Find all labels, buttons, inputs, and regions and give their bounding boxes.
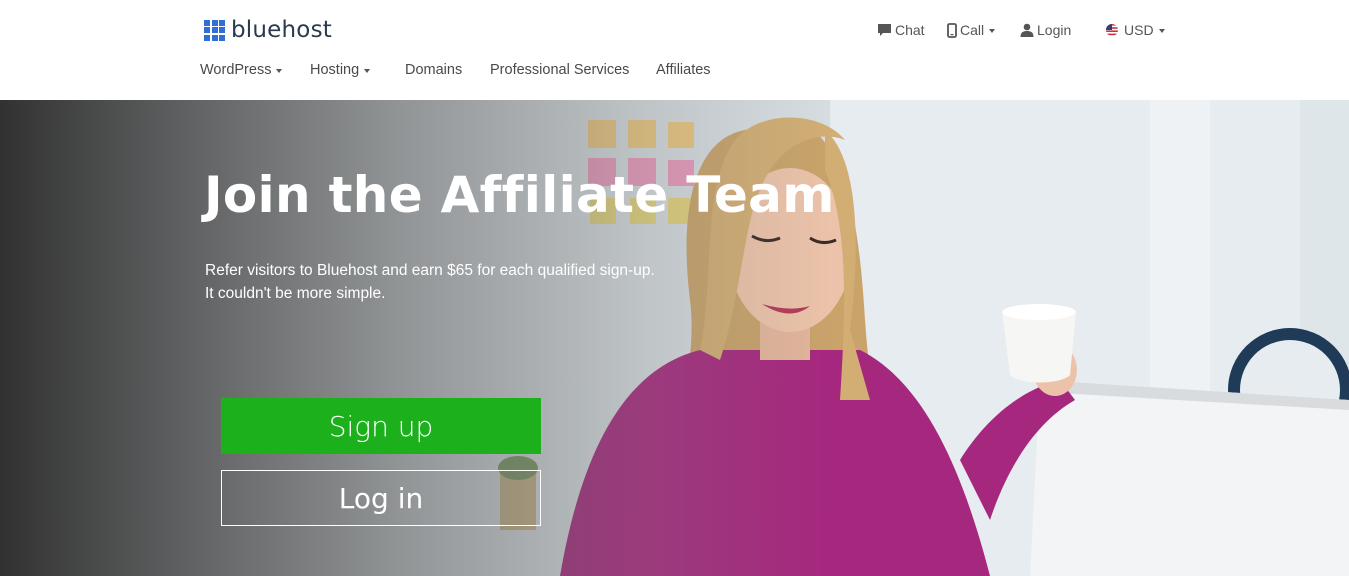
hero-subtitle: Refer visitors to Bluehost and earn $65 …	[205, 259, 655, 305]
logo-grid-icon	[204, 19, 225, 41]
currency-dropdown[interactable]: USD	[1105, 20, 1165, 40]
login-button[interactable]: Log in	[221, 470, 541, 526]
nav-label: Hosting	[310, 62, 360, 78]
nav-label: Domains	[405, 62, 463, 78]
user-icon	[1020, 23, 1034, 37]
call-label: Call	[960, 22, 985, 38]
nav-item-domains[interactable]: Domains	[405, 60, 462, 80]
chat-link[interactable]: Chat	[877, 20, 925, 40]
chat-label: Chat	[895, 22, 925, 38]
bluehost-logo[interactable]: bluehost	[204, 17, 332, 43]
chevron-down-icon	[989, 29, 996, 33]
hero-subtitle-line-1: Refer visitors to Bluehost and earn $65 …	[205, 262, 655, 279]
nav-item-hosting[interactable]: Hosting	[310, 60, 371, 80]
chevron-down-icon	[364, 69, 371, 73]
signup-button[interactable]: Sign up	[221, 398, 541, 454]
phone-icon	[947, 22, 957, 38]
login-label: Login	[1037, 22, 1072, 38]
hero-subtitle-line-2: It couldn't be more simple.	[205, 285, 386, 302]
nav-item-wordpress[interactable]: WordPress	[200, 60, 283, 80]
logo-text: bluehost	[231, 17, 332, 43]
hero-title: Join the Affiliate Team	[204, 166, 835, 224]
nav-item-affiliates[interactable]: Affiliates	[656, 60, 711, 80]
currency-label: USD	[1124, 22, 1154, 38]
chevron-down-icon	[276, 69, 283, 73]
chat-bubble-icon	[878, 24, 891, 36]
nav-label: Professional Services	[490, 62, 630, 78]
chevron-down-icon	[1158, 29, 1165, 33]
site-header: bluehost Chat Call Login USD WordPress H…	[0, 0, 1349, 100]
nav-label: Affiliates	[656, 62, 711, 78]
us-flag-icon	[1106, 24, 1118, 36]
nav-label: WordPress	[200, 62, 272, 78]
call-dropdown[interactable]: Call	[947, 20, 996, 40]
nav-item-professional-services[interactable]: Professional Services	[490, 60, 629, 80]
login-link[interactable]: Login	[1020, 20, 1071, 40]
hero-banner: Join the Affiliate Team Refer visitors t…	[0, 100, 1349, 576]
